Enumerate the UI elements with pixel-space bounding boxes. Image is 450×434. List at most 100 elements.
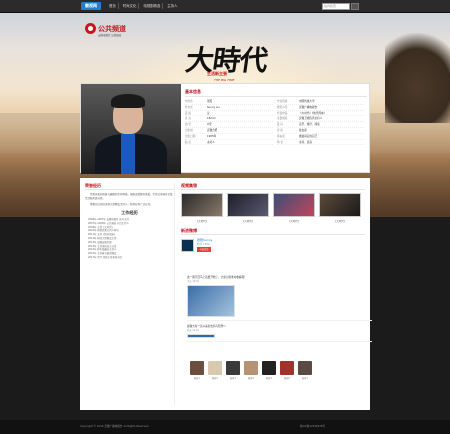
fan-item[interactable]: 粉丝7 [298,361,312,380]
info-key: 主要成就 [277,117,288,121]
fan-name: 粉丝4 [248,377,254,380]
avatar[interactable] [280,361,294,375]
weibo-fans-count: 粉丝 1366 [197,243,210,246]
fan-item[interactable]: 粉丝6 [280,361,294,380]
bio-paragraph: 凭借亲和的形象与幽默的主持风格，张阳深受观众喜爱，主持过多档综艺及生活服务类节目… [85,193,173,200]
footer: Copyright © 2016 安徽广播电视台 All Rights Rese… [0,420,450,434]
info-key: 星 座 [277,128,284,132]
video-item[interactable]: 《大时代》 [227,193,269,223]
nav-hosts[interactable]: 主持人 [165,3,179,9]
info-right: 毕业院校 中国传媒大学 经纪公司 安徽广播电视台 代表作品 《大时代》《快乐周末》 主… [277,99,365,146]
photo-shirt [121,134,135,174]
info-key: 代表作品 [277,111,288,115]
profile-card: 基本信息 中文名 张阳 外文名 Sunny Liu 民 族 汉 身 高 182cm 血 … [80,83,370,174]
feed-time: 今天 19:30 [187,280,199,283]
fan-item[interactable]: 粉丝1 [190,361,204,380]
fan-name: 粉丝3 [230,377,236,380]
nav-home[interactable]: 首页 [107,3,119,9]
top-bar: 徽视网 首页 时尚文化 电视剧精选 主持人 站内检索 [0,0,450,13]
avatar[interactable] [262,361,276,375]
photo-hair [111,94,145,108]
info-key: 中文名 [185,100,193,103]
video-item[interactable]: 《大时代》 [319,193,361,223]
site-logo[interactable]: 徽视网 [81,2,101,10]
video-title: 视频集锦 [181,183,365,190]
follow-button[interactable]: +加关注 [197,247,211,252]
channel-subtitle: 安徽电视台 公共频道 [98,34,122,37]
video-item[interactable]: 《大时代》 [273,193,315,223]
video-thumbnail[interactable] [227,193,269,217]
info-row: 特 长 主持、表演 [277,140,365,146]
info-value: 《大时代》《快乐周末》 [299,111,327,115]
experience-list: 2006年-2007年 安徽电视台 实习主持 2007年-2009年 公共频道 … [85,218,174,260]
show-subtitle-en: THE BIG TIME [214,78,235,82]
feed-item[interactable]: 这一期节目马上就要开始了，大家记得准时收看哦！ 今天 19:30 [187,272,372,321]
video-thumbnail[interactable] [273,193,315,217]
fan-item[interactable]: 粉丝4 [244,361,258,380]
fan-item[interactable]: 粉丝2 [208,361,222,380]
info-value: 处女座 [299,128,307,132]
avatar[interactable] [226,361,240,375]
info-value: 安徽合肥 [207,128,218,132]
info-value: 汉 [207,111,210,115]
weibo-feed: 这一期节目马上就要开始了，大家记得准时收看哦！ 今天 19:30 感谢大家一直以… [187,272,372,342]
show-subtitle: 生活新主張 [207,71,227,76]
fan-name: 粉丝6 [284,377,290,380]
info-row: 职 业 主持人 [185,140,273,146]
channel-logo-icon [85,23,96,34]
avatar[interactable] [298,361,312,375]
fan-name: 粉丝5 [266,377,272,380]
info-key: 外文名 [185,105,193,109]
info-value: 1985年 [207,134,217,138]
nav-fashion[interactable]: 时尚文化 [121,3,140,9]
fan-item[interactable]: 粉丝3 [226,361,240,380]
host-photo [81,84,181,174]
feed-item[interactable]: 感谢大家一直以来的支持与陪伴～ 昨天 21:10 [187,321,372,342]
video-label: 《大时代》 [241,220,255,223]
video-label: 《大时代》 [333,220,347,223]
fan-name: 粉丝7 [302,377,308,380]
avatar[interactable] [208,361,222,375]
feed-image[interactable] [187,285,235,317]
main-nav: 首页 时尚文化 电视剧精选 主持人 [107,3,179,9]
video-label: 《大时代》 [287,220,301,223]
info-value: Sunny Liu [207,105,220,109]
video-thumbnail[interactable] [181,193,223,217]
info-key: 职 业 [185,140,192,144]
logo-text: 徽视网 [85,3,97,8]
fan-item[interactable]: 粉丝5 [262,361,276,380]
avatar[interactable] [244,361,258,375]
bio-paragraph: 他曾先后担任多场大型晚会主持人，获得业界广泛认可。 [90,203,153,206]
media-column: 视频集锦 《大时代》 《大时代》 《大时代》 《大时代》 新浪微博 张阳Sunn… [181,183,365,252]
info-key: 出生地 [185,128,193,132]
feed-image[interactable] [187,334,215,338]
search-input[interactable]: 站内检索 [322,3,350,10]
info-value: 中国传媒大学 [299,100,315,103]
copyright: Copyright © 2016 安徽广播电视台 All Rights Rese… [80,425,149,428]
video-list: 《大时代》 《大时代》 《大时代》 《大时代》 [181,193,365,223]
info-value: O型 [207,123,212,127]
search-button[interactable] [351,3,359,10]
nav-drama[interactable]: 电视剧精选 [141,3,164,9]
info-value: 安徽广播电视台 [299,105,318,109]
info-value: 主持人 [207,140,215,144]
video-item[interactable]: 《大时代》 [181,193,223,223]
video-label: 《大时代》 [195,220,209,223]
info-value: 做最真实的自己 [299,134,318,138]
info-value: 张阳 [207,100,213,103]
fan-name: 粉丝1 [194,377,200,380]
video-thumbnail[interactable] [319,193,361,217]
honors-title: 荣誉经历 [85,183,174,190]
icp-record[interactable]: 皖ICP备12345678号 [300,424,325,428]
info-key: 毕业院校 [277,100,288,103]
weibo-section: 新浪微博 张阳Sunny 粉丝 1366 +加关注 [181,228,365,252]
honors-column: 荣誉经历 凭借亲和的形象与幽默的主持风格，张阳深受观众喜爱，主持过多档综艺及生活… [85,183,175,405]
avatar[interactable] [181,238,194,252]
experience-title: 工作经历 [121,210,138,215]
weibo-profile: 张阳Sunny 粉丝 1366 +加关注 [181,238,365,252]
avatar[interactable] [190,361,204,375]
info-value: 安徽卫视优秀主持人 [299,117,323,121]
weibo-title: 新浪微博 [181,228,365,235]
cliff [385,33,450,123]
info-key: 爱 好 [277,123,284,127]
